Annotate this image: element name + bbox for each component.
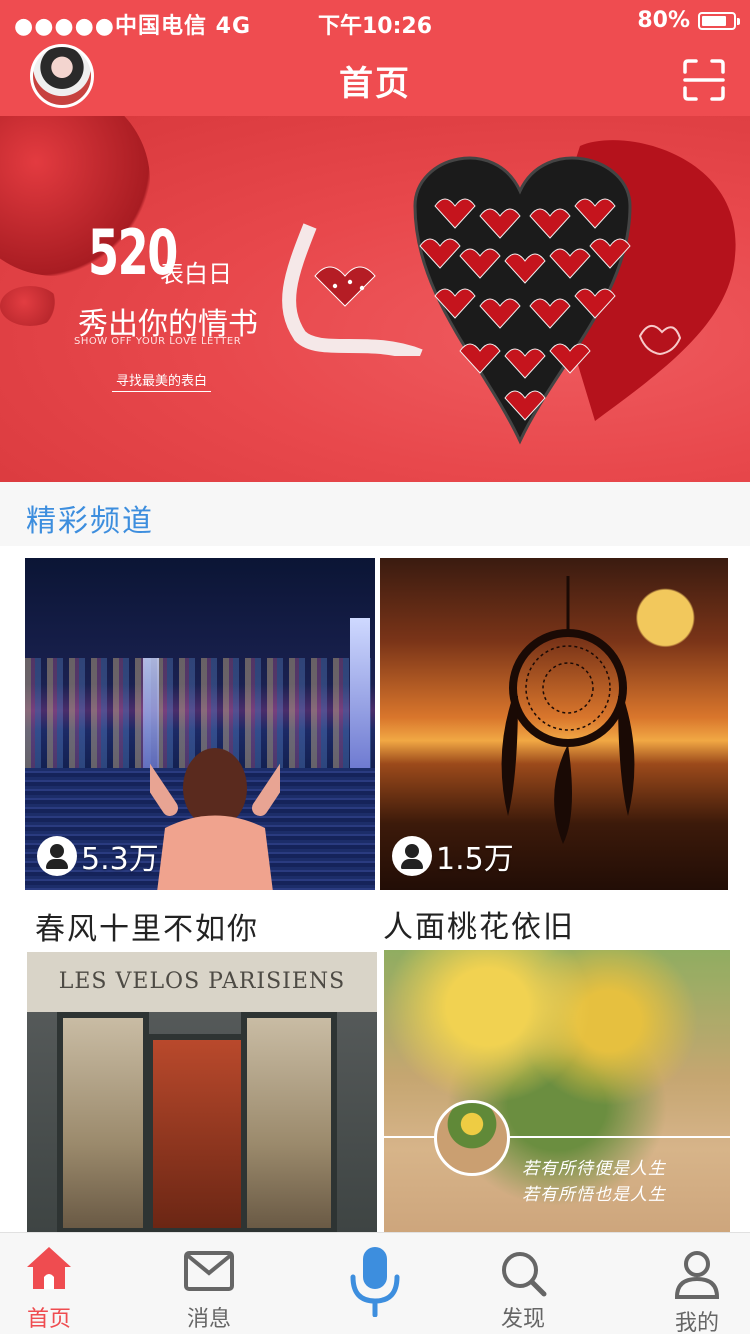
top-header: ●●●●●中国电信 4G 下午10:26 80% 首页 (0, 0, 750, 116)
tab-home[interactable]: 首页 (0, 1233, 104, 1334)
mail-icon (184, 1251, 234, 1291)
battery-percent: 80% (637, 8, 690, 33)
viewer-count-text: 5.3万 (81, 842, 159, 877)
poem-line: 若有所待便是人生 (522, 1159, 666, 1179)
viewer-count: 5.3万 (37, 834, 159, 878)
tab-profile[interactable]: 我的 (642, 1233, 750, 1334)
tab-voice[interactable] (320, 1233, 430, 1334)
shop-door (147, 1034, 247, 1234)
search-icon (502, 1252, 547, 1297)
shop-window (241, 1012, 337, 1234)
channel-card-4-image[interactable]: 若有所待便是人生 若有所悟也是人生 (384, 950, 730, 1234)
bottom-tab-bar: 首页 消息 发现 我的 (0, 1232, 750, 1334)
tab-messages[interactable]: 消息 (154, 1233, 264, 1334)
poem-line: 若有所悟也是人生 (522, 1185, 666, 1205)
flower-thumbnail (434, 1100, 510, 1176)
page-title: 首页 (339, 64, 411, 104)
banner-english: SHOW OFF YOUR LOVE LETTER (74, 336, 242, 347)
channel-card-2-image[interactable]: 1.5万 (380, 558, 728, 890)
home-icon (27, 1247, 71, 1289)
channel-card-3-image[interactable]: LES VELOS PARISIENS (27, 952, 377, 1234)
user-count-icon (37, 836, 77, 876)
viewer-count: 1.5万 (392, 834, 514, 878)
tab-label: 首页 (26, 1307, 71, 1332)
dreamcatcher-illustration (501, 576, 635, 844)
channel-card-1-title[interactable]: 春风十里不如你 (35, 904, 259, 948)
microphone-icon (350, 1247, 400, 1317)
tab-label: 我的 (674, 1311, 719, 1334)
user-icon (674, 1251, 720, 1299)
promo-banner[interactable]: 520 表白日 秀出你的情书 SHOW OFF YOUR LOVE LETTER… (0, 116, 750, 482)
tab-discover[interactable]: 发现 (468, 1233, 578, 1334)
battery-fill (702, 15, 726, 26)
banner-cta[interactable]: 寻找最美的表白 (112, 368, 212, 392)
poem-text: 若有所待便是人生 若有所悟也是人生 (522, 1156, 666, 1208)
section-title: 精彩频道 (26, 504, 154, 539)
girl-figure (150, 748, 280, 890)
chocolate-heart-box (413, 140, 736, 445)
banner-subtitle: 表白日 (160, 260, 232, 288)
battery-area: 80% (637, 8, 740, 33)
channel-card-2-title[interactable]: 人面桃花依旧 (383, 902, 575, 946)
channel-card-1-image[interactable]: 5.3万 (25, 558, 375, 890)
rose-decoration (0, 286, 60, 326)
shop-sign: LES VELOS PARISIENS (27, 952, 377, 1012)
user-count-icon (392, 836, 432, 876)
tab-label: 消息 (186, 1307, 231, 1332)
shop-window (57, 1012, 149, 1234)
scan-icon[interactable] (682, 58, 726, 102)
tab-label: 发现 (500, 1307, 545, 1332)
tower (350, 618, 370, 768)
battery-icon (698, 11, 740, 30)
viewer-count-text: 1.5万 (436, 842, 514, 877)
status-bar: ●●●●●中国电信 4G 下午10:26 80% (0, 6, 750, 39)
